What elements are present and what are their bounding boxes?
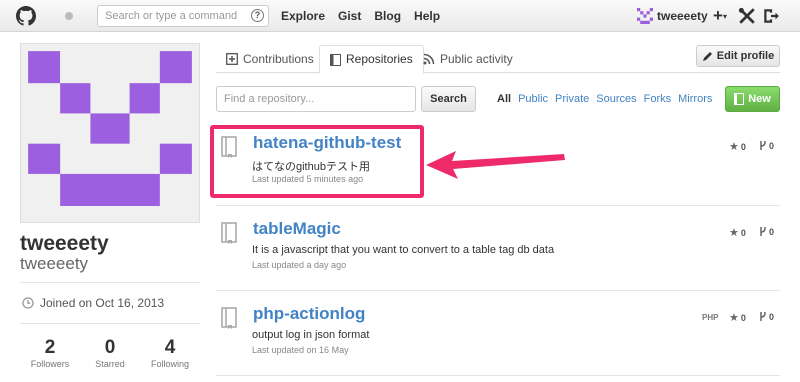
repo-stars[interactable]: ★ 0 [729,226,746,239]
stat-value: 0 [104,337,116,358]
profile-stats: 2 Followers 0 Starred 4 Following [20,338,200,370]
repo-book-icon [734,93,745,105]
stat-label: Starred [95,359,125,369]
repo-description: It is a javascript that you want to conv… [252,244,555,256]
stars-count: 0 [740,227,746,238]
repo-forks[interactable]: 0 [759,140,774,151]
rss-icon [423,53,435,65]
stat-following[interactable]: 4 Following [140,338,200,370]
nav-blog[interactable]: Blog [374,9,401,23]
identicon-image [21,44,199,222]
command-search-box[interactable]: ? [97,5,269,27]
filter-public[interactable]: Public [518,93,548,105]
create-new-plus-icon[interactable]: +▾ [713,7,731,25]
notification-dot-icon[interactable] [65,12,73,20]
repo-filters: All Public Private Sources Forks Mirrors [497,93,712,105]
fork-icon [760,141,766,150]
stat-label: Following [150,359,190,369]
new-repository-button[interactable]: New [725,86,780,112]
nav-explore[interactable]: Explore [281,9,325,23]
filter-private[interactable]: Private [555,93,589,105]
repo-separator [216,290,780,291]
repo-separator [216,375,780,376]
stat-value: 4 [164,337,176,358]
profile-avatar [20,43,200,223]
profile-divider-2 [20,323,200,324]
settings-tools-icon[interactable] [738,7,756,25]
forks-count: 0 [769,311,775,322]
filter-mirrors[interactable]: Mirrors [678,93,712,105]
pointer-arrow-icon [426,151,565,179]
command-search-input[interactable] [98,6,246,26]
github-logo-icon[interactable] [16,6,36,26]
repo-separator [216,205,780,206]
repo-updated: Last updated on 16 May [252,345,349,355]
profile-fullname: tweeeety [20,232,109,255]
repo-updated: Last updated a day ago [252,260,347,270]
repo-list-item: php-actionlog output log in json format … [216,297,780,369]
clock-icon [22,297,34,309]
site-header: ? Explore Gist Blog Help tweeeety +▾ [0,0,800,32]
joined-text: Joined on Oct 16, 2013 [40,296,165,310]
top-nav: Explore Gist Blog Help [281,9,440,23]
nav-help[interactable]: Help [414,9,440,23]
stat-followers[interactable]: 2 Followers [20,338,80,370]
repo-stars[interactable]: ★ 0 [729,311,746,324]
user-avatar-small[interactable] [637,8,653,24]
pencil-icon [702,51,712,61]
repo-name-link[interactable]: tableMagic [253,219,341,239]
repo-stars[interactable]: ★ 0 [729,140,746,153]
search-help-icon[interactable]: ? [251,9,264,22]
repo-forks[interactable]: 0 [759,226,774,237]
search-button[interactable]: Search [421,86,476,112]
tab-label: Repositories [346,52,413,66]
nav-gist[interactable]: Gist [338,9,361,23]
edit-profile-button[interactable]: Edit profile [696,45,780,67]
tab-label: Public activity [440,51,513,66]
tab-public-activity[interactable]: Public activity [413,45,523,73]
new-button-label: New [748,93,771,105]
tab-contributions[interactable]: Contributions [216,45,324,73]
filter-sources[interactable]: Sources [596,93,636,105]
repo-icon [221,222,237,244]
stars-count: 0 [740,141,746,152]
stat-label: Followers [30,359,70,369]
stars-count: 0 [740,312,746,323]
star-icon: ★ [729,227,739,239]
stat-value: 2 [44,337,56,358]
repo-description: output log in json format [252,329,370,341]
header-username[interactable]: tweeeety [657,9,708,23]
tab-repositories[interactable]: Repositories [319,45,424,74]
highlight-box [210,125,424,198]
forks-count: 0 [769,226,775,237]
repo-name-link[interactable]: php-actionlog [253,304,365,324]
filter-forks[interactable]: Forks [644,93,672,105]
fork-icon [760,227,766,236]
repo-forks[interactable]: 0 [759,311,774,322]
profile-username: tweeeety [20,254,89,273]
forks-count: 0 [769,140,775,151]
repo-language: PHP [702,313,719,322]
edit-profile-label: Edit profile [716,50,775,62]
find-repository-box[interactable] [216,86,416,112]
repo-list-item: tableMagic It is a javascript that you w… [216,212,780,284]
fork-icon [760,312,766,321]
repo-icon [221,307,237,329]
profile-divider [20,282,200,283]
stat-starred[interactable]: 0 Starred [80,338,140,370]
tab-label: Contributions [243,51,314,66]
plus-square-icon [226,53,238,65]
star-icon: ★ [729,312,739,324]
repo-book-icon [330,53,341,66]
filter-all[interactable]: All [497,93,511,105]
joined-date: Joined on Oct 16, 2013 [22,296,164,310]
sign-out-icon[interactable] [762,7,780,25]
find-repository-input[interactable] [217,87,415,111]
star-icon: ★ [729,141,739,153]
